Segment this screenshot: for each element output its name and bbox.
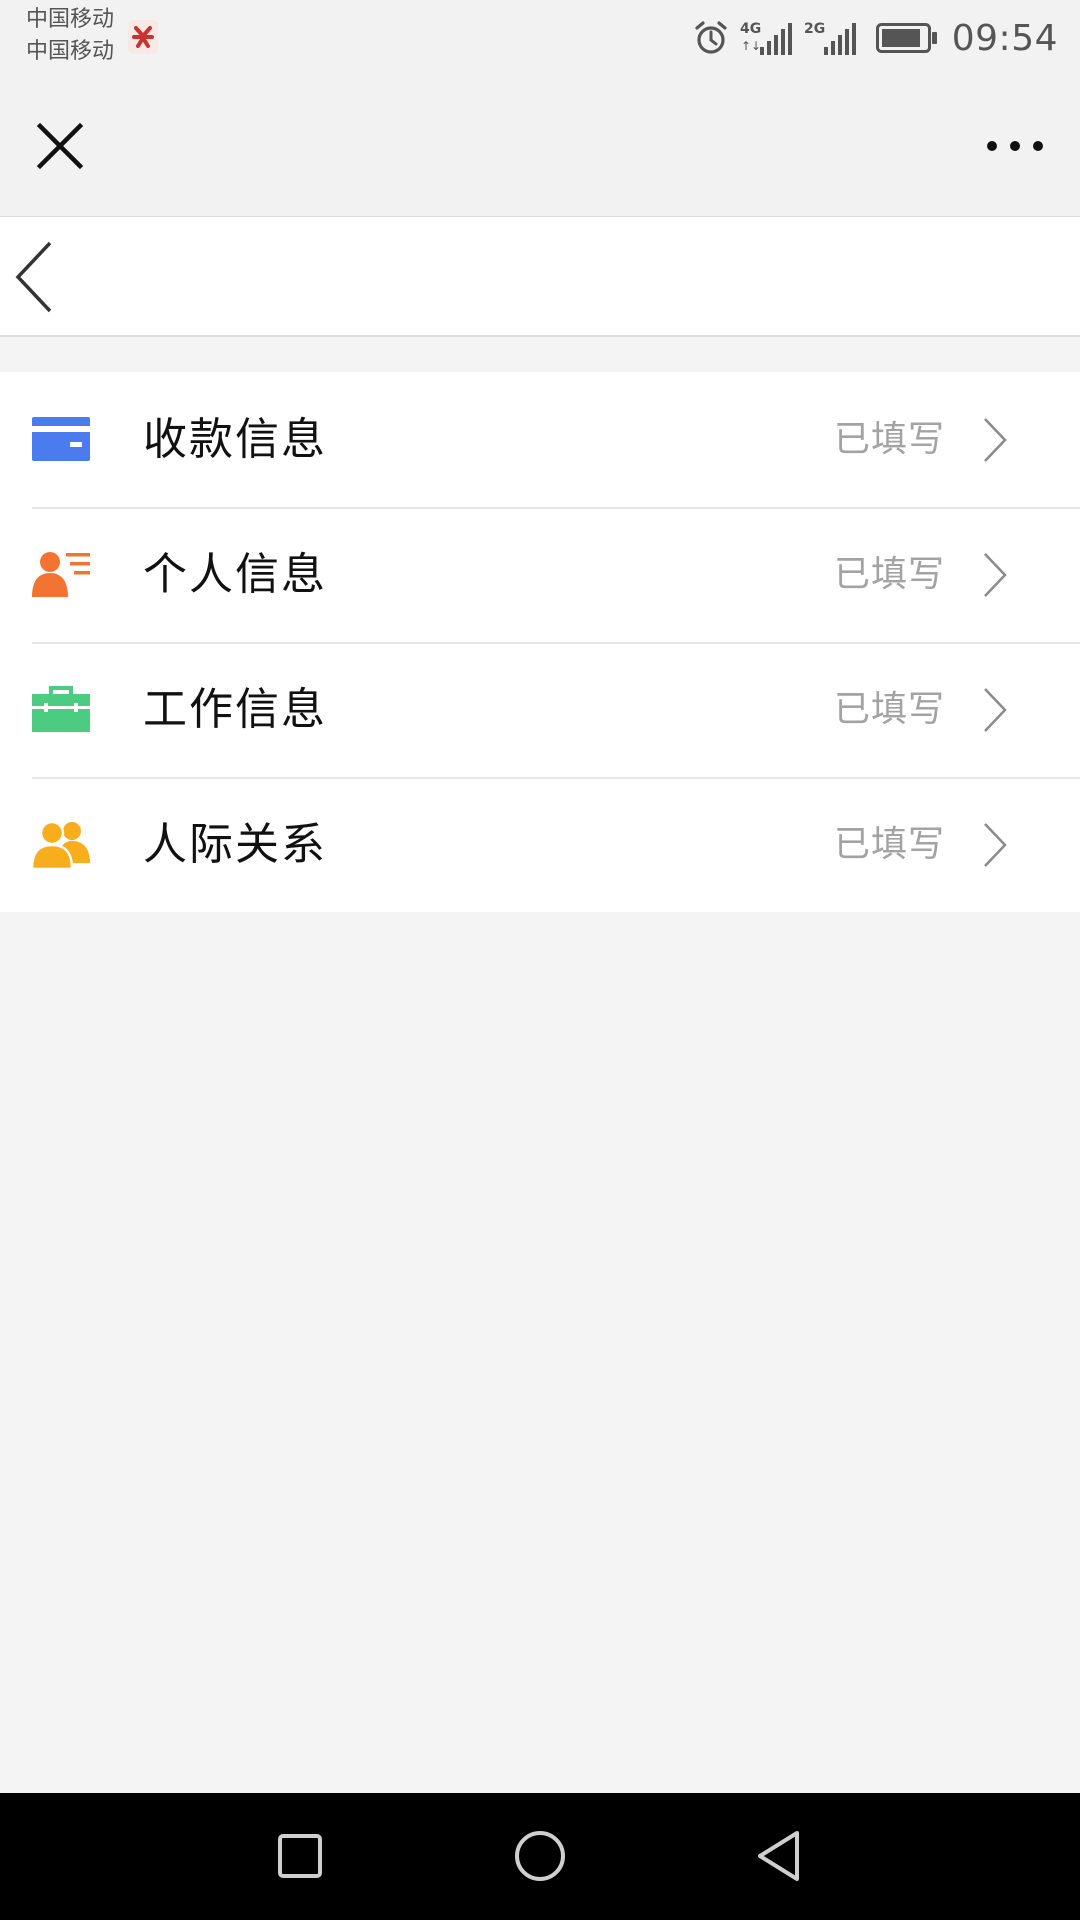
personal-info-icon xyxy=(32,552,90,597)
status-bar: 中国移动 中国移动 4G ↑↓ 2G 09:54 xyxy=(0,0,1080,76)
info-list: 收款信息 已填写 个人信息 已填写 工作信息 已填写 人际关系 已填写 xyxy=(0,372,1080,912)
battery-icon xyxy=(875,23,937,53)
signal-4g-icon: 4G ↑↓ xyxy=(740,21,792,55)
list-item-status: 已填写 xyxy=(833,554,945,595)
network-label-1: 4G xyxy=(740,21,761,37)
bank-card-icon xyxy=(32,417,90,461)
chevron-right-icon xyxy=(984,418,1007,462)
carrier-label-2: 中国移动 xyxy=(26,39,115,64)
close-icon[interactable] xyxy=(30,116,90,176)
network-label-2: 2G xyxy=(804,21,825,37)
alarm-icon xyxy=(695,21,727,54)
back-icon[interactable] xyxy=(8,237,68,317)
more-icon[interactable] xyxy=(980,116,1050,176)
svg-text:↑↓: ↑↓ xyxy=(741,39,761,53)
list-item-payment-info[interactable]: 收款信息 已填写 xyxy=(0,372,1080,507)
back-nav-icon[interactable] xyxy=(750,1826,810,1886)
android-navigation-bar xyxy=(0,1793,1080,1920)
list-item-status: 已填写 xyxy=(833,419,945,460)
list-item-label: 人际关系 xyxy=(143,819,327,870)
app-notification-icon xyxy=(128,20,158,54)
list-item-label: 工作信息 xyxy=(143,684,327,735)
list-item-label: 个人信息 xyxy=(143,549,327,600)
chevron-right-icon xyxy=(984,823,1007,867)
list-item-relationships[interactable]: 人际关系 已填写 xyxy=(0,777,1080,912)
list-item-status: 已填写 xyxy=(833,824,945,865)
recent-apps-icon[interactable] xyxy=(270,1826,330,1886)
title-bar xyxy=(0,76,1080,217)
list-item-label: 收款信息 xyxy=(143,414,327,465)
briefcase-icon xyxy=(32,686,90,732)
clock: 09:54 xyxy=(951,17,1058,59)
list-item-personal-info[interactable]: 个人信息 已填写 xyxy=(0,507,1080,642)
contacts-icon xyxy=(32,820,90,869)
list-item-status: 已填写 xyxy=(833,689,945,730)
carrier-label-1: 中国移动 xyxy=(26,7,115,32)
home-icon[interactable] xyxy=(510,1826,570,1886)
chevron-right-icon xyxy=(984,553,1007,597)
status-icons: 4G ↑↓ 2G 09:54 xyxy=(694,14,1058,62)
list-item-work-info[interactable]: 工作信息 已填写 xyxy=(0,642,1080,777)
page-nav-bar xyxy=(0,217,1080,337)
chevron-right-icon xyxy=(984,688,1007,732)
signal-2g-icon: 2G xyxy=(804,21,856,55)
